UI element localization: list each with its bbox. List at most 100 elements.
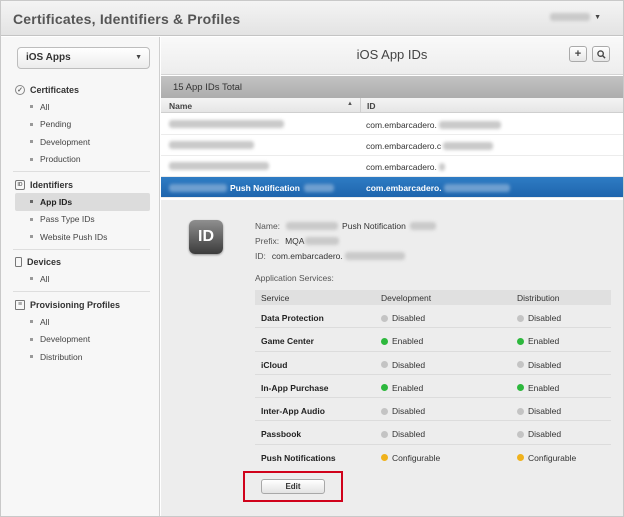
sidebar-item-devices-all[interactable]: All: [1, 270, 160, 288]
sidebar-divider: [13, 171, 150, 172]
dev-status: Enabled: [381, 336, 423, 346]
bullet-icon: [30, 277, 33, 281]
app-window: Certificates, Identifiers & Profiles ▼ i…: [0, 0, 624, 517]
services-table: Service Development Distribution Data Pr…: [255, 290, 611, 468]
add-app-id-button[interactable]: +: [569, 46, 587, 62]
sidebar-item-label: Pending: [40, 119, 72, 130]
sort-ascending-icon[interactable]: ▲: [347, 101, 353, 107]
sidebar-item-certificates-development[interactable]: Development: [1, 133, 160, 151]
sidebar-item-label: All: [40, 316, 50, 327]
service-row: In-App Purchase Enabled Enabled: [255, 375, 611, 399]
bullet-icon: [30, 157, 33, 161]
app-id-badge-icon: ID: [189, 220, 223, 254]
column-header-distribution: Distribution: [517, 293, 560, 303]
main-toolbar: iOS App IDs +: [161, 37, 623, 75]
redacted-text: [169, 162, 269, 170]
total-count-bar: 15 App IDs Total: [161, 76, 623, 98]
edit-button[interactable]: Edit: [261, 479, 325, 494]
user-menu[interactable]: ▼: [550, 13, 601, 21]
status-dot-icon: [381, 384, 388, 392]
column-header-id[interactable]: ID: [367, 101, 376, 111]
dist-status: Disabled: [517, 360, 561, 370]
detail-prefix-label: Prefix:: [255, 236, 280, 246]
row-id: com.embarcadero.: [366, 183, 510, 193]
sidebar-item-app-ids[interactable]: App IDs: [15, 193, 150, 211]
chevron-down-icon: ▼: [135, 54, 142, 61]
row-name-text: Push Notification: [230, 183, 300, 193]
row-name: [169, 120, 284, 128]
sidebar-item-profiles-distribution[interactable]: Distribution: [1, 348, 160, 366]
detail-id-value: com.embarcadero.: [271, 251, 343, 261]
service-name: Passbook: [261, 429, 302, 440]
redacted-text: [169, 141, 254, 149]
sidebar-heading-label: Identifiers: [30, 179, 74, 190]
dev-status: Disabled: [381, 313, 425, 323]
column-divider: [360, 98, 361, 113]
sidebar-item-production[interactable]: Production: [1, 151, 160, 169]
status-text: Disabled: [528, 406, 562, 417]
bullet-icon: [30, 337, 33, 341]
sidebar-heading-certificates[interactable]: ✓ Certificates: [1, 81, 160, 98]
profile-icon: ≡: [15, 299, 25, 310]
id-icon: ID: [15, 179, 25, 190]
redacted-text: [305, 237, 340, 245]
status-text: Enabled: [392, 336, 424, 347]
redacted-text: [409, 222, 436, 230]
sidebar-item-label: All: [40, 101, 50, 112]
status-text: Disabled: [528, 313, 562, 323]
dist-status: Disabled: [517, 313, 561, 323]
sidebar-item-label: All: [40, 273, 50, 284]
status-text: Configurable: [392, 452, 441, 463]
status-dot-icon: [517, 454, 524, 462]
search-button[interactable]: [592, 46, 610, 62]
dist-status: Enabled: [517, 336, 559, 346]
redacted-text: [443, 184, 510, 192]
status-text: Enabled: [392, 382, 424, 393]
sidebar-item-website-push-ids[interactable]: Website Push IDs: [1, 228, 160, 246]
sidebar-heading-provisioning-profiles[interactable]: ≡ Provisioning Profiles: [1, 296, 160, 313]
status-dot-icon: [381, 454, 388, 462]
main-title: iOS App IDs: [356, 47, 428, 62]
status-text: Configurable: [528, 452, 577, 463]
status-dot-icon: [517, 407, 524, 415]
status-dot-icon: [381, 430, 388, 438]
sidebar-item-label: App IDs: [40, 196, 73, 207]
sidebar-item-profiles-development[interactable]: Development: [1, 331, 160, 349]
status-text: Disabled: [392, 429, 426, 440]
row-id-text: com.embarcadero.: [366, 162, 437, 172]
table-row-selected[interactable]: Push Notification com.embarcadero.: [161, 177, 623, 198]
service-name: Data Protection: [261, 313, 324, 323]
sidebar-heading-identifiers[interactable]: ID Identifiers: [1, 176, 160, 193]
dev-status: Enabled: [381, 383, 423, 393]
table-row[interactable]: com.embarcadero.: [161, 114, 623, 135]
bullet-icon: [30, 235, 33, 239]
platform-select[interactable]: iOS Apps ▼: [17, 47, 150, 69]
service-name: Push Notifications: [261, 452, 336, 463]
sidebar-heading-devices[interactable]: Devices: [1, 253, 160, 270]
dev-status: Disabled: [381, 429, 425, 439]
row-id: com.embarcadero.: [366, 162, 445, 172]
application-services-title: Application Services:: [255, 273, 334, 283]
sidebar-divider: [13, 290, 150, 292]
sidebar-item-profiles-all[interactable]: All: [1, 313, 160, 331]
column-header-name[interactable]: Name: [169, 101, 192, 111]
table-row[interactable]: com.embarcadero.: [161, 156, 623, 177]
status-dot-icon: [517, 384, 524, 392]
sidebar-item-pending[interactable]: Pending: [1, 116, 160, 134]
page-title: Certificates, Identifiers & Profiles: [13, 11, 241, 27]
sidebar-item-certificates-all[interactable]: All: [1, 98, 160, 116]
sidebar-heading-label: Provisioning Profiles: [30, 299, 121, 310]
status-dot-icon: [381, 361, 388, 369]
sidebar-item-label: Distribution: [40, 351, 83, 362]
detail-name-label: Name:: [255, 221, 281, 231]
table-row[interactable]: com.embarcadero.c: [161, 135, 623, 156]
sidebar-item-pass-type-ids[interactable]: Pass Type IDs: [1, 211, 160, 229]
status-dot-icon: [517, 361, 524, 369]
sidebar-section-devices: Devices All: [1, 253, 160, 295]
sidebar-item-label: Development: [40, 136, 91, 147]
row-name: [169, 162, 269, 170]
detail-id-label: ID:: [255, 251, 266, 261]
service-row: Game Center Enabled Enabled: [255, 328, 611, 352]
sidebar-heading-label: Devices: [27, 256, 62, 267]
bullet-icon: [30, 122, 33, 126]
